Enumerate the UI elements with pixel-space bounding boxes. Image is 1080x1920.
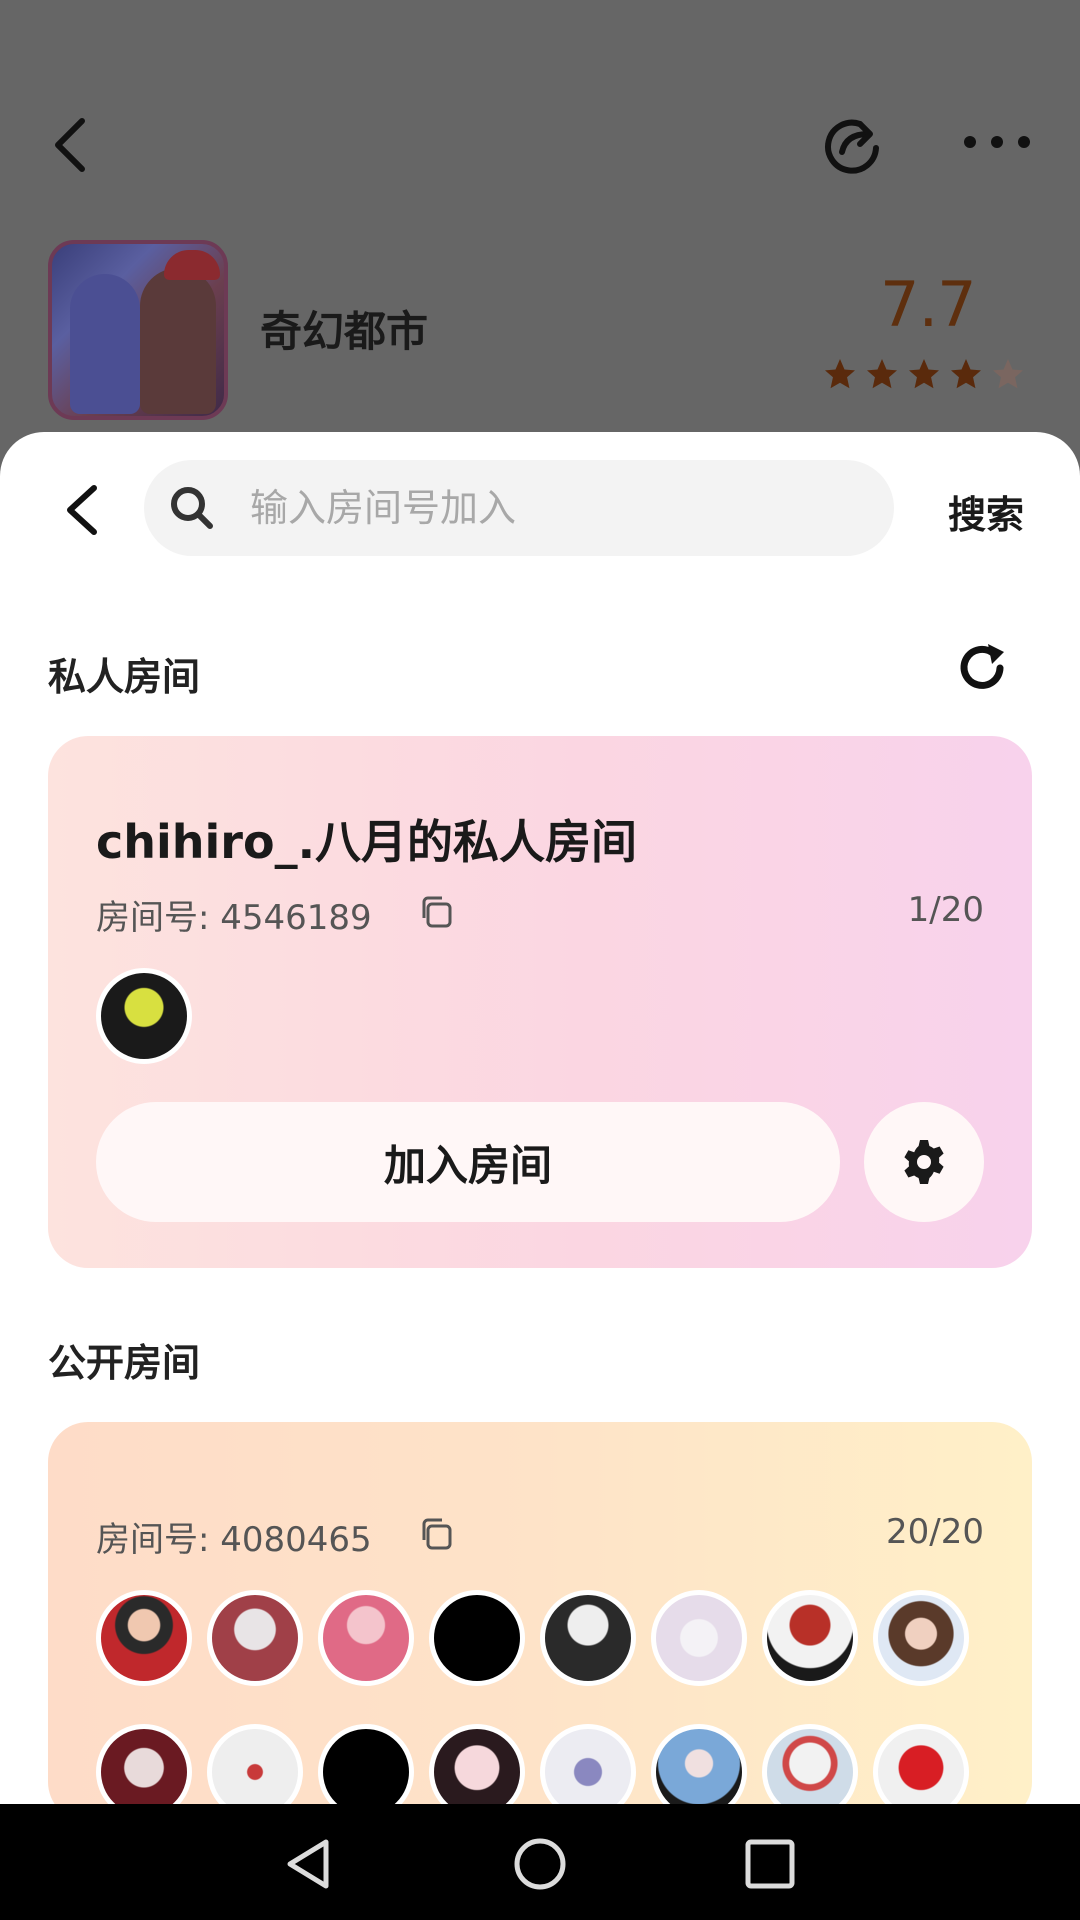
avatar[interactable] xyxy=(429,1724,525,1804)
room-member-count: 20/20 xyxy=(886,1512,984,1552)
star-icon xyxy=(909,359,939,389)
avatar[interactable] xyxy=(207,1590,303,1686)
join-room-button[interactable]: 加入房间 xyxy=(96,1102,840,1222)
avatar[interactable] xyxy=(651,1724,747,1804)
nav-back-icon[interactable] xyxy=(282,1836,338,1892)
rating-stars xyxy=(822,356,1026,392)
avatar[interactable] xyxy=(96,968,192,1064)
room-name: chihiro_.八月的私人房间 xyxy=(96,815,638,869)
avatar[interactable] xyxy=(873,1590,969,1686)
refresh-icon[interactable] xyxy=(954,640,1010,696)
app-name: 奇幻都市 xyxy=(260,307,429,356)
public-room-card: 房间号: 4080465 20/20 xyxy=(48,1422,1032,1804)
room-member-count: 1/20 xyxy=(907,890,984,930)
room-id: 房间号: 4546189 xyxy=(96,898,372,938)
nav-recents-icon[interactable] xyxy=(744,1838,796,1890)
avatar[interactable] xyxy=(318,1724,414,1804)
back-icon[interactable] xyxy=(50,115,90,175)
avatar[interactable] xyxy=(762,1590,858,1686)
avatar[interactable] xyxy=(96,1590,192,1686)
search-box[interactable] xyxy=(144,460,894,556)
star-half-icon xyxy=(993,359,1023,389)
gear-icon xyxy=(904,1140,944,1184)
share-icon[interactable] xyxy=(820,112,884,176)
public-rooms-title: 公开房间 xyxy=(48,1341,201,1385)
avatar[interactable] xyxy=(540,1590,636,1686)
sheet-back-icon[interactable] xyxy=(62,482,102,538)
search-button[interactable]: 搜索 xyxy=(948,484,1024,539)
search-icon xyxy=(171,487,213,529)
copy-icon[interactable] xyxy=(418,894,454,930)
rating-score: 7.7 xyxy=(880,268,977,341)
avatar[interactable] xyxy=(540,1724,636,1804)
avatar[interactable] xyxy=(96,1724,192,1804)
room-id: 房间号: 4080465 xyxy=(96,1520,372,1560)
private-room-card: chihiro_.八月的私人房间 房间号: 4546189 1/20 加入房间 xyxy=(48,736,1032,1268)
app-icon xyxy=(48,240,228,420)
more-icon[interactable] xyxy=(962,130,1032,154)
private-rooms-title: 私人房间 xyxy=(48,655,201,699)
avatar[interactable] xyxy=(651,1590,747,1686)
avatar[interactable] xyxy=(429,1590,525,1686)
avatar[interactable] xyxy=(318,1590,414,1686)
avatar[interactable] xyxy=(207,1724,303,1804)
star-icon xyxy=(951,359,981,389)
star-icon xyxy=(825,359,855,389)
room-settings-button[interactable] xyxy=(864,1102,984,1222)
copy-icon[interactable] xyxy=(418,1516,454,1552)
room-number-input[interactable] xyxy=(250,460,870,556)
nav-home-icon[interactable] xyxy=(512,1836,568,1892)
star-icon xyxy=(867,359,897,389)
avatar[interactable] xyxy=(762,1724,858,1804)
system-nav-bar xyxy=(0,1804,1080,1920)
avatar[interactable] xyxy=(873,1724,969,1804)
room-sheet: 搜索 私人房间 chihiro_.八月的私人房间 房间号: 4546189 1/… xyxy=(0,432,1080,1804)
